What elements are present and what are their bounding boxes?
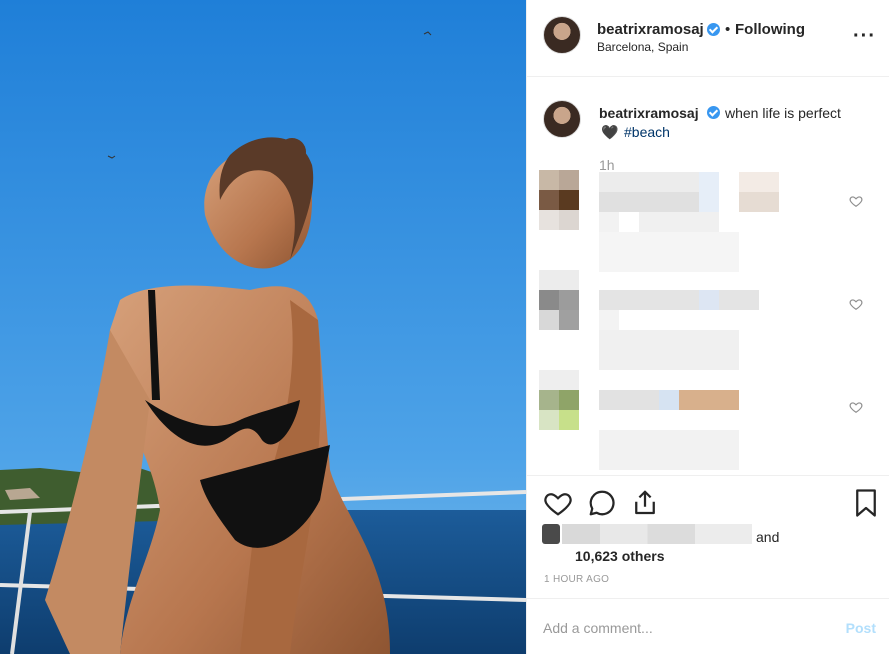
heart-icon[interactable]	[543, 488, 573, 518]
following-button[interactable]: Following	[735, 21, 805, 38]
comment-icon[interactable]	[587, 488, 617, 518]
post-sidebar: beatrixramosaj • Following Barcelona, Sp…	[526, 0, 889, 654]
separator-dot: •	[725, 21, 731, 38]
comment-like-heart-icon[interactable]	[849, 194, 863, 208]
comment-like-heart-icon[interactable]	[849, 297, 863, 311]
avatar[interactable]	[543, 16, 581, 54]
hashtag-link[interactable]: #beach	[624, 124, 670, 140]
comment-text	[599, 172, 779, 272]
comment-form: Add a comment... Post	[527, 598, 889, 654]
more-options-icon[interactable]: ···	[853, 25, 876, 48]
instagram-post: beatrixramosaj • Following Barcelona, Sp…	[0, 0, 889, 654]
comment-text	[599, 290, 759, 370]
post-photo[interactable]	[0, 0, 526, 654]
post-header: beatrixramosaj • Following Barcelona, Sp…	[527, 0, 889, 77]
comment-avatar[interactable]	[539, 270, 579, 330]
likes-count[interactable]: 10,623 others	[575, 548, 665, 564]
likes-and-label: and	[756, 529, 780, 545]
post-timestamp[interactable]: 1 HOUR AGO	[544, 574, 609, 585]
caption-time: 1h	[599, 157, 615, 173]
verified-badge-icon	[707, 23, 720, 36]
post-comment-button[interactable]: Post	[846, 620, 876, 636]
black-heart-emoji: 🖤	[601, 124, 619, 140]
caption-avatar[interactable]	[543, 100, 581, 138]
liker-avatar[interactable]	[542, 524, 560, 544]
liker-names[interactable]	[562, 524, 752, 544]
author-username[interactable]: beatrixramosaj	[597, 21, 704, 38]
share-icon[interactable]	[630, 488, 660, 518]
caption-username[interactable]: beatrixramosaj	[599, 105, 699, 121]
verified-badge-icon	[707, 106, 720, 119]
post-location[interactable]: Barcelona, Spain	[597, 40, 688, 54]
comment-avatar[interactable]	[539, 170, 579, 230]
comment-text	[599, 390, 739, 470]
action-bar: and 10,623 others 1 HOUR AGO	[527, 475, 889, 595]
post-image	[0, 0, 526, 654]
bookmark-icon[interactable]	[853, 488, 879, 518]
comment-avatar[interactable]	[539, 370, 579, 430]
comment-input[interactable]: Add a comment...	[543, 620, 653, 636]
comment-like-heart-icon[interactable]	[849, 400, 863, 414]
caption-text: when life is perfect	[725, 105, 841, 121]
